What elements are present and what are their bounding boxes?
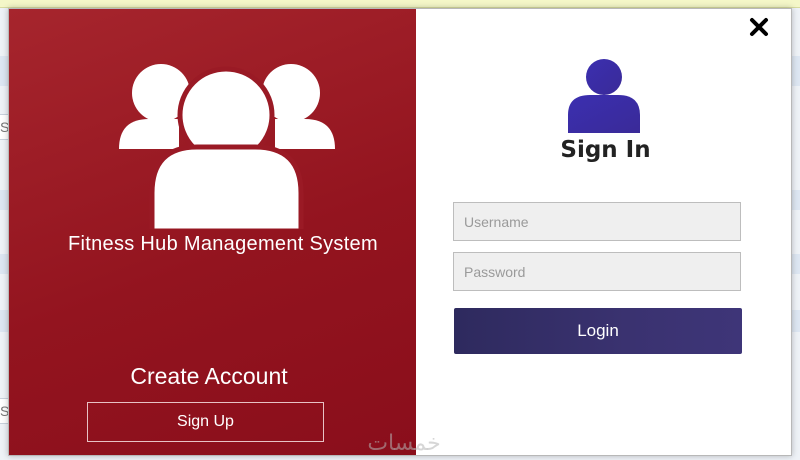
- watermark: خمسات: [367, 431, 441, 456]
- sign-up-button[interactable]: Sign Up: [87, 402, 324, 442]
- password-input[interactable]: [453, 252, 741, 291]
- username-input[interactable]: [453, 202, 741, 241]
- sign-in-panel: Sign In Login: [416, 9, 791, 455]
- login-button[interactable]: Login: [454, 308, 742, 354]
- sign-in-heading: Sign In: [560, 137, 651, 163]
- app-title: Fitness Hub Management System: [68, 233, 378, 255]
- background-top-bar: [0, 0, 800, 8]
- group-users-icon: [119, 64, 335, 229]
- create-account-heading: Create Account: [130, 363, 288, 389]
- user-icon: [568, 59, 640, 133]
- create-account-panel: Fitness Hub Management System Create Acc…: [9, 9, 416, 455]
- auth-modal: Fitness Hub Management System Create Acc…: [8, 8, 792, 456]
- close-icon[interactable]: [749, 17, 769, 37]
